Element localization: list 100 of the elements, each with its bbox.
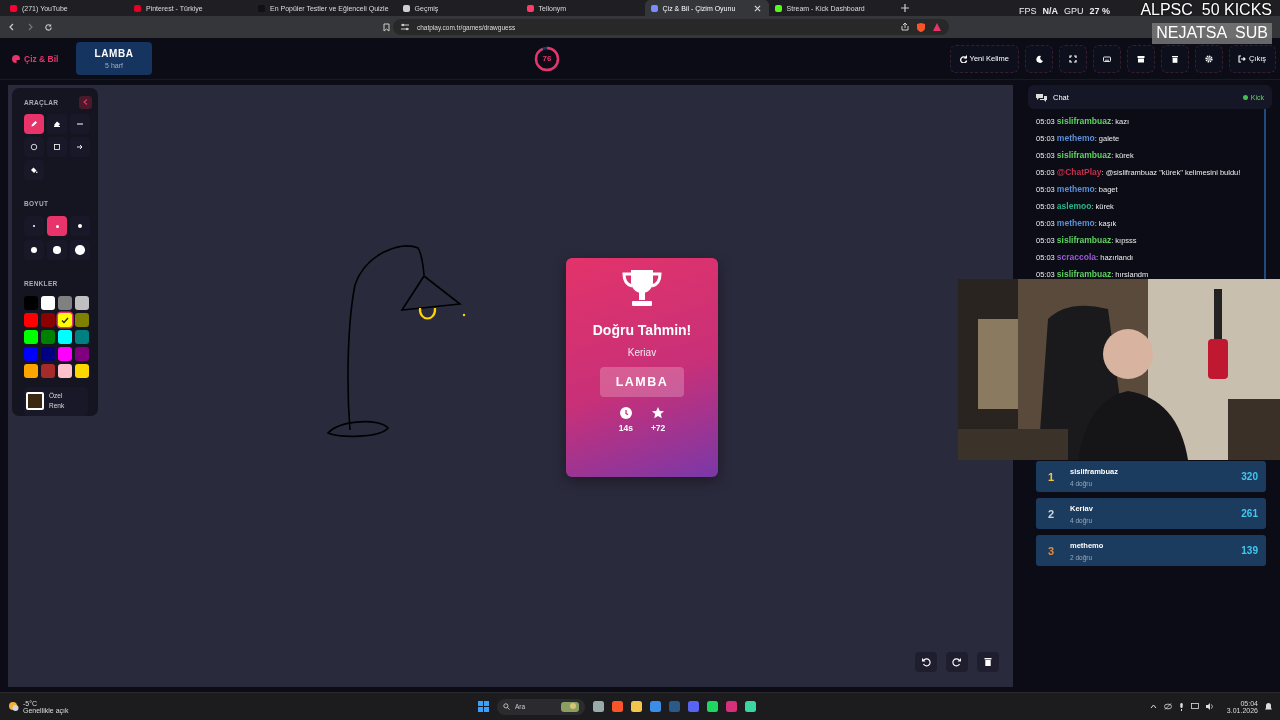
undo-button[interactable] (915, 652, 937, 672)
tune-icon (401, 23, 409, 31)
keyboard-button[interactable] (1092, 44, 1121, 73)
color-swatch[interactable] (58, 330, 72, 344)
fullscreen-icon (1068, 54, 1077, 63)
color-swatch[interactable] (41, 330, 55, 344)
reload-icon[interactable] (44, 22, 53, 32)
settings-icon (1204, 54, 1213, 63)
tool-button[interactable] (47, 114, 67, 134)
eraser-icon (53, 120, 61, 128)
stat-label: GPU (1063, 6, 1084, 16)
redo-button[interactable] (946, 652, 968, 672)
brush-size-button[interactable] (70, 216, 90, 236)
size-dot-icon (75, 245, 85, 255)
triangle-icon[interactable] (933, 23, 941, 31)
color-swatch[interactable] (24, 364, 38, 378)
alert-text: ALPSC 50 KICKS (1140, 1, 1272, 19)
refresh-icon (958, 54, 967, 63)
timer-value: 76 (541, 53, 553, 64)
size-dot-icon (77, 223, 83, 229)
stat-value: N/A (1042, 6, 1058, 16)
player-name: Keriav (627, 347, 657, 358)
browser-icon[interactable] (612, 701, 623, 712)
size-dot-icon (55, 224, 59, 228)
share-icon[interactable] (901, 23, 909, 31)
app-logo: Çiz & Bil (24, 53, 59, 64)
color-swatch[interactable] (75, 296, 89, 310)
color-swatch[interactable] (24, 347, 38, 361)
stat-label: FPS (1018, 6, 1037, 16)
color-swatch[interactable] (24, 330, 38, 344)
redo-icon (952, 657, 962, 667)
clear-canvas-button[interactable] (977, 652, 999, 672)
color-swatch[interactable] (75, 347, 89, 361)
color-swatch[interactable] (24, 296, 38, 310)
archive-button[interactable] (1126, 44, 1155, 73)
settings-button[interactable] (1194, 44, 1223, 73)
forward-icon[interactable] (26, 23, 34, 31)
player-score: 261 (1241, 508, 1258, 519)
back-icon[interactable] (8, 23, 16, 31)
notification-icon[interactable] (1265, 702, 1272, 711)
points-earned: +72 (650, 423, 666, 433)
palette-icon (12, 54, 20, 63)
star-icon (652, 407, 665, 419)
theme-button[interactable] (1024, 44, 1053, 73)
undo-icon (921, 657, 931, 667)
close-icon (753, 4, 761, 12)
tool-button[interactable] (47, 137, 67, 157)
shield-icon[interactable] (917, 22, 925, 32)
start-icon[interactable] (478, 701, 489, 712)
discord-icon[interactable] (688, 701, 699, 712)
task-view-icon[interactable] (593, 701, 604, 712)
moon-icon (1034, 54, 1043, 63)
color-swatch[interactable] (75, 313, 89, 327)
folder-icon[interactable] (631, 701, 642, 712)
color-swatch[interactable] (41, 296, 55, 310)
arrow-icon (76, 143, 84, 151)
elapsed-time: 14s (618, 423, 633, 433)
color-swatch[interactable] (41, 347, 55, 361)
color-swatch[interactable] (58, 364, 72, 378)
brush-size-button[interactable] (47, 240, 67, 260)
new-tab-icon[interactable] (900, 4, 909, 12)
eye-off-icon[interactable] (1163, 703, 1172, 710)
microphone-icon[interactable] (1178, 702, 1184, 711)
tool-button[interactable] (24, 160, 44, 180)
trash-icon (983, 657, 993, 667)
color-swatch[interactable] (75, 330, 89, 344)
app-icon[interactable] (745, 701, 756, 712)
exit-icon (1237, 54, 1246, 63)
search-icon (503, 703, 510, 710)
search-highlight-icon (561, 701, 579, 712)
color-swatch[interactable] (41, 313, 55, 327)
color-swatch[interactable] (58, 296, 72, 310)
player-score: 139 (1241, 545, 1258, 556)
size-dot-icon (53, 246, 61, 254)
network-icon[interactable] (1190, 703, 1199, 710)
color-swatch[interactable] (41, 364, 55, 378)
bookmark-icon[interactable] (383, 22, 390, 32)
color-swatch[interactable] (75, 364, 89, 378)
rank-number: 2 (1048, 507, 1056, 520)
brush-size-button[interactable] (24, 240, 44, 260)
volume-icon[interactable] (1205, 703, 1214, 710)
tool-button[interactable] (24, 114, 44, 134)
chat-icon (1036, 92, 1047, 102)
keyboard-icon (1102, 54, 1111, 63)
chevron-up-icon[interactable] (1149, 704, 1157, 709)
brush-size-button[interactable] (70, 240, 90, 260)
color-swatch[interactable] (58, 313, 72, 327)
color-swatch[interactable] (58, 347, 72, 361)
tool-button[interactable] (24, 137, 44, 157)
trash-icon (1170, 54, 1179, 63)
color-swatch[interactable] (24, 313, 38, 327)
spotify-icon[interactable] (707, 701, 718, 712)
delete-button[interactable] (1160, 44, 1189, 73)
collapse-button[interactable] (79, 95, 92, 109)
fullscreen-button[interactable] (1058, 44, 1087, 73)
circle-icon (30, 143, 38, 151)
status-dot (1242, 94, 1248, 100)
check-icon (61, 316, 69, 324)
mail-icon[interactable] (650, 701, 661, 712)
instagram-icon[interactable] (726, 701, 737, 712)
